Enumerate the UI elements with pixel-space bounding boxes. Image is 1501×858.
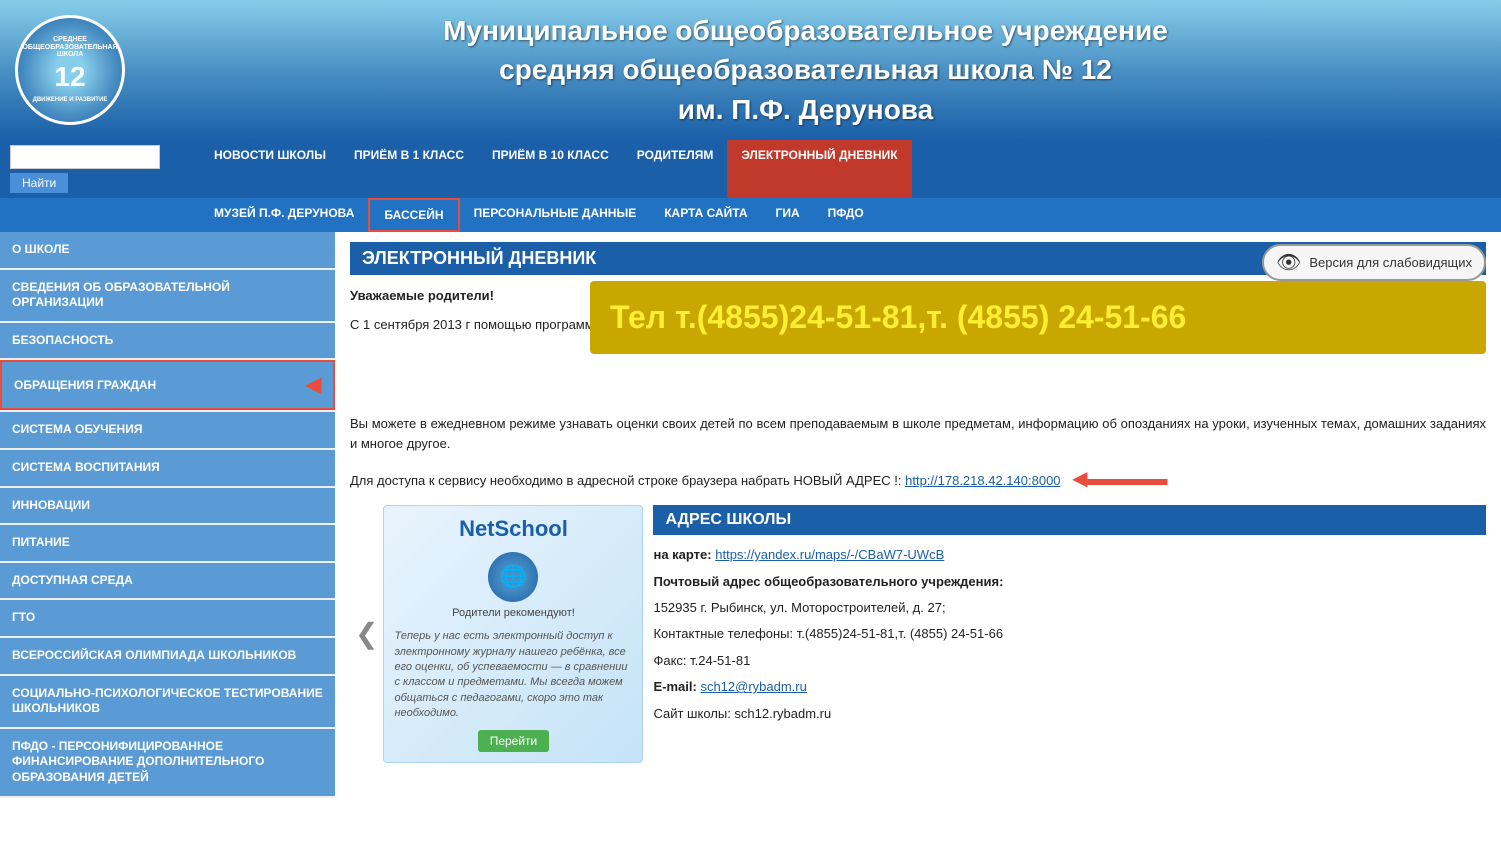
address-email-line: E-mail: sch12@rybadm.ru xyxy=(653,675,1486,698)
nav-items-row1: НОВОСТИ ШКОЛЫ ПРИЁМ В 1 КЛАСС ПРИЁМ В 10… xyxy=(200,140,912,198)
address-content: на карте: https://yandex.ru/maps/-/CBaW7… xyxy=(653,543,1486,725)
nav-bassein[interactable]: БАССЕЙН xyxy=(368,198,459,232)
nav-muzey[interactable]: МУЗЕЙ П.Ф. ДЕРУНОВА xyxy=(200,198,368,232)
sidebar-item-pitanie[interactable]: ПИТАНИЕ xyxy=(0,525,335,561)
sidebar: О ШКОЛЕ СВЕДЕНИЯ ОБ ОБРАЗОВАТЕЛЬНОЙ ОРГА… xyxy=(0,232,335,798)
school-logo: СРЕДНЕЕОБЩЕОБРАЗОВАТЕЛЬНАЯШКОЛА 12 ДВИЖЕ… xyxy=(15,15,125,125)
carousel-prev[interactable]: ❮ xyxy=(350,505,383,762)
nav-dnevnik[interactable]: ЭЛЕКТРОННЫЙ ДНЕВНИК xyxy=(727,140,911,198)
arrow-right-icon: ◀▬▬▬▬ xyxy=(1072,468,1167,490)
netschool-recommend: Родители рекомендуют! xyxy=(452,607,575,619)
search-input[interactable] xyxy=(10,145,160,169)
bottom-section: ❮ NetSchool 🌐 Родители рекомендуют! Тепе… xyxy=(350,505,1486,762)
content-area: 👁 Версия для слабовидящих ЭЛЕКТРОННЫЙ ДН… xyxy=(335,232,1501,798)
header: СРЕДНЕЕОБЩЕОБРАЗОВАТЕЛЬНАЯШКОЛА 12 ДВИЖЕ… xyxy=(0,0,1501,140)
sidebar-item-pfdo[interactable]: ПФДО - ПЕРСОНИФИЦИРОВАННОЕ ФИНАНСИРОВАНИ… xyxy=(0,729,335,796)
address-site: Сайт школы: sch12.rybadm.ru xyxy=(653,702,1486,725)
address-line1: Почтовый адрес общеобразовательного учре… xyxy=(653,570,1486,593)
para3-text: Вы можете в ежедневном режиме узнавать о… xyxy=(350,414,1486,456)
nav-items-row2: МУЗЕЙ П.Ф. ДЕРУНОВА БАССЕЙН ПЕРСОНАЛЬНЫЕ… xyxy=(200,198,878,232)
netschool-button[interactable]: Перейти xyxy=(478,730,550,752)
address-fax: Факс: т.24-51-81 xyxy=(653,649,1486,672)
sidebar-item-dostupnaya[interactable]: ДОСТУПНАЯ СРЕДА xyxy=(0,563,335,599)
nav-priem1[interactable]: ПРИЁМ В 1 КЛАСС xyxy=(340,140,478,198)
sidebar-item-svedeniya[interactable]: СВЕДЕНИЯ ОБ ОБРАЗОВАТЕЛЬНОЙ ОРГАНИЗАЦИИ xyxy=(0,270,335,321)
sidebar-item-gto[interactable]: ГТО xyxy=(0,600,335,636)
netschool-panel: NetSchool 🌐 Родители рекомендуют! Теперь… xyxy=(383,505,643,762)
address-line2: 152935 г. Рыбинск, ул. Моторостроителей,… xyxy=(653,596,1486,619)
sidebar-item-olimpiada[interactable]: ВСЕРОССИЙСКАЯ ОЛИМПИАДА ШКОЛЬНИКОВ xyxy=(0,638,335,674)
para4-text: Для доступа к сервису необходимо в адрес… xyxy=(350,463,1486,495)
email-link[interactable]: sch12@rybadm.ru xyxy=(700,679,806,694)
search-button[interactable]: Найти xyxy=(10,173,68,193)
school-title: Муниципальное общеобразовательное учрежд… xyxy=(125,11,1486,129)
address-map-line: на карте: https://yandex.ru/maps/-/CBaW7… xyxy=(653,543,1486,566)
banner-spacer xyxy=(350,344,1486,414)
nav-priem10[interactable]: ПРИЁМ В 10 КЛАСС xyxy=(478,140,623,198)
nav-karta[interactable]: КАРТА САЙТА xyxy=(650,198,761,232)
nav-novosti[interactable]: НОВОСТИ ШКОЛЫ xyxy=(200,140,340,198)
phone-banner: Тел т.(4855)24-51-81,т. (4855) 24-51-66 xyxy=(590,281,1486,354)
diary-link[interactable]: http://178.218.42.140:8000 xyxy=(905,473,1060,488)
address-header: АДРЕС ШКОЛЫ xyxy=(653,505,1486,535)
sidebar-item-innovatsii[interactable]: ИННОВАЦИИ xyxy=(0,488,335,524)
sidebar-item-bezopasnost[interactable]: БЕЗОПАСНОСТЬ xyxy=(0,323,335,359)
sidebar-item-psych[interactable]: СОЦИАЛЬНО-ПСИХОЛОГИЧЕСКОЕ ТЕСТИРОВАНИЕ Ш… xyxy=(0,676,335,727)
sidebar-item-sistema-vospit[interactable]: СИСТЕМА ВОСПИТАНИЯ xyxy=(0,450,335,486)
content-top: 👁 Версия для слабовидящих ЭЛЕКТРОННЫЙ ДН… xyxy=(350,242,1486,286)
nav-gia[interactable]: ГИА xyxy=(762,198,814,232)
nav-row-1: Найти НОВОСТИ ШКОЛЫ ПРИЁМ В 1 КЛАСС ПРИЁ… xyxy=(0,140,1501,198)
eye-icon: 👁 xyxy=(1276,250,1301,275)
search-area: Найти xyxy=(0,140,200,198)
vision-button[interactable]: 👁 Версия для слабовидящих xyxy=(1262,244,1486,281)
nav-personal[interactable]: ПЕРСОНАЛЬНЫЕ ДАННЫЕ xyxy=(460,198,651,232)
address-box: АДРЕС ШКОЛЫ на карте: https://yandex.ru/… xyxy=(653,505,1486,762)
nav-row-2: МУЗЕЙ П.Ф. ДЕРУНОВА БАССЕЙН ПЕРСОНАЛЬНЫЕ… xyxy=(0,198,1501,232)
map-link[interactable]: https://yandex.ru/maps/-/CBaW7-UWcB xyxy=(715,547,944,562)
sidebar-item-obrashcheniya[interactable]: ОБРАЩЕНИЯ ГРАЖДАН ◀ xyxy=(0,360,335,410)
phone-banner-wrapper: Уважаемые родители! С 1 сентября 2013 г … xyxy=(350,286,1486,336)
sidebar-item-o-shkole[interactable]: О ШКОЛЕ xyxy=(0,232,335,268)
netschool-quote: Теперь у нас есть электронный доступ к э… xyxy=(394,629,632,721)
sidebar-item-sistema-obucheniya[interactable]: СИСТЕМА ОБУЧЕНИЯ xyxy=(0,412,335,448)
main-layout: О ШКОЛЕ СВЕДЕНИЯ ОБ ОБРАЗОВАТЕЛЬНОЙ ОРГА… xyxy=(0,232,1501,798)
arrow-left-icon: ◀ xyxy=(306,372,321,398)
netschool-globe: 🌐 xyxy=(488,552,538,602)
carousel-wrapper: ❮ NetSchool 🌐 Родители рекомендуют! Тепе… xyxy=(350,505,643,762)
netschool-title: NetSchool xyxy=(459,516,568,542)
nav-pfdo[interactable]: ПФДО xyxy=(814,198,878,232)
nav-roditelyam[interactable]: РОДИТЕЛЯМ xyxy=(623,140,728,198)
address-phones: Контактные телефоны: т.(4855)24-51-81,т.… xyxy=(653,622,1486,645)
